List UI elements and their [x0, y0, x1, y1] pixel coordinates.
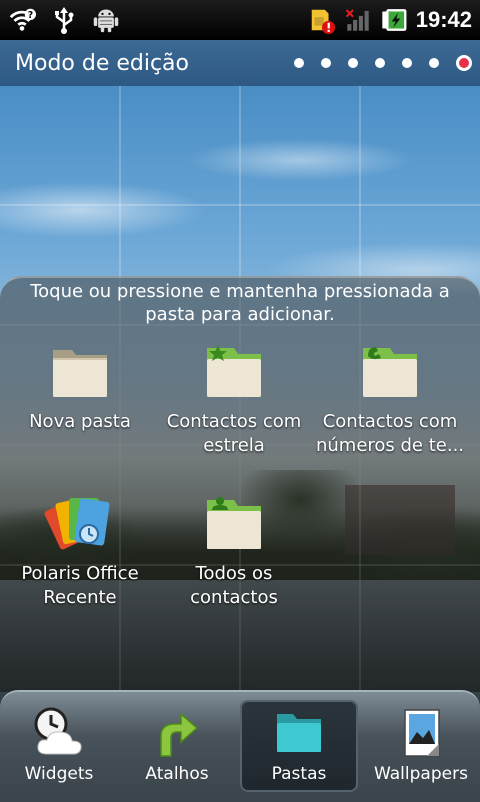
folder-item-label: Polaris Office Recente	[0, 562, 160, 610]
folder-picker-panel: Toque ou pressione e mantenha pressionad…	[0, 276, 480, 692]
edit-mode-header: Modo de edição	[0, 40, 480, 86]
page-dot[interactable]	[348, 58, 358, 68]
tab-wallpapers[interactable]: Wallpapers	[362, 692, 480, 802]
folder-icon	[53, 350, 107, 397]
tab-pastas[interactable]: Pastas	[240, 700, 358, 792]
page-dot[interactable]	[402, 58, 412, 68]
page-dot[interactable]	[375, 58, 385, 68]
folder-star-icon	[207, 345, 261, 397]
folder-item-nova-pasta[interactable]: Nova pasta	[0, 342, 160, 434]
tab-label: Widgets	[24, 764, 94, 784]
folder-item-label: Contactos com estrela	[154, 410, 314, 458]
page-indicator[interactable]	[294, 55, 480, 71]
label-line: Contactos com	[322, 411, 458, 432]
folder-item-todos-contactos[interactable]: Todos os contactos	[154, 494, 314, 610]
status-bar: ? 19:42	[0, 0, 480, 40]
label-line: contactos	[190, 587, 278, 608]
grid-line	[0, 204, 480, 206]
tab-atalhos[interactable]: Atalhos	[118, 692, 236, 802]
android-debug-icon	[92, 6, 120, 34]
page-dot[interactable]	[321, 58, 331, 68]
page-dot-active[interactable]	[456, 55, 472, 71]
bottom-tab-bar: Widgets Atalhos Pastas Wallpapers	[0, 690, 480, 802]
tab-label: Wallpapers	[374, 764, 468, 784]
widgets-clock-cloud-icon	[34, 707, 82, 755]
picker-hint: Toque ou pressione e mantenha pressionad…	[30, 281, 450, 325]
label-line: Todos os	[195, 563, 273, 584]
label-line: Polaris Office	[21, 563, 139, 584]
folder-item-label: Nova pasta	[29, 411, 131, 432]
folder-item-label: Contactos com números de te...	[310, 410, 470, 458]
folder-item-label: Todos os contactos	[154, 562, 314, 610]
sim-alert-icon	[308, 6, 336, 34]
folder-phone-icon	[363, 347, 417, 397]
shortcut-arrow-icon	[160, 712, 199, 757]
polaris-office-icon	[44, 497, 110, 550]
folder-icon	[277, 714, 321, 752]
folder-item-polaris-office[interactable]: Polaris Office Recente	[0, 494, 160, 610]
tab-widgets[interactable]: Widgets	[0, 692, 118, 802]
clock: 19:42	[415, 7, 472, 32]
wifi-icon: ?	[8, 6, 36, 34]
label-line: estrela	[203, 435, 265, 456]
folder-item-contactos-numeros[interactable]: Contactos com números de te...	[310, 342, 470, 458]
page-dot[interactable]	[429, 58, 439, 68]
label-line: Recente	[43, 587, 117, 608]
wallpaper-icon	[404, 709, 440, 757]
svg-text:?: ?	[28, 10, 33, 21]
folder-item-contactos-estrela[interactable]: Contactos com estrela	[154, 342, 314, 458]
usb-icon	[50, 6, 78, 34]
label-line: Contactos com	[166, 411, 302, 432]
edit-mode-title: Modo de edição	[15, 50, 190, 76]
folder-contact-icon	[207, 497, 261, 549]
battery-charging-icon	[380, 6, 408, 34]
label-line: números de te...	[315, 435, 465, 456]
tab-label: Pastas	[271, 764, 327, 784]
tab-label: Atalhos	[145, 764, 209, 784]
page-dot[interactable]	[294, 58, 304, 68]
no-signal-icon	[344, 6, 372, 34]
